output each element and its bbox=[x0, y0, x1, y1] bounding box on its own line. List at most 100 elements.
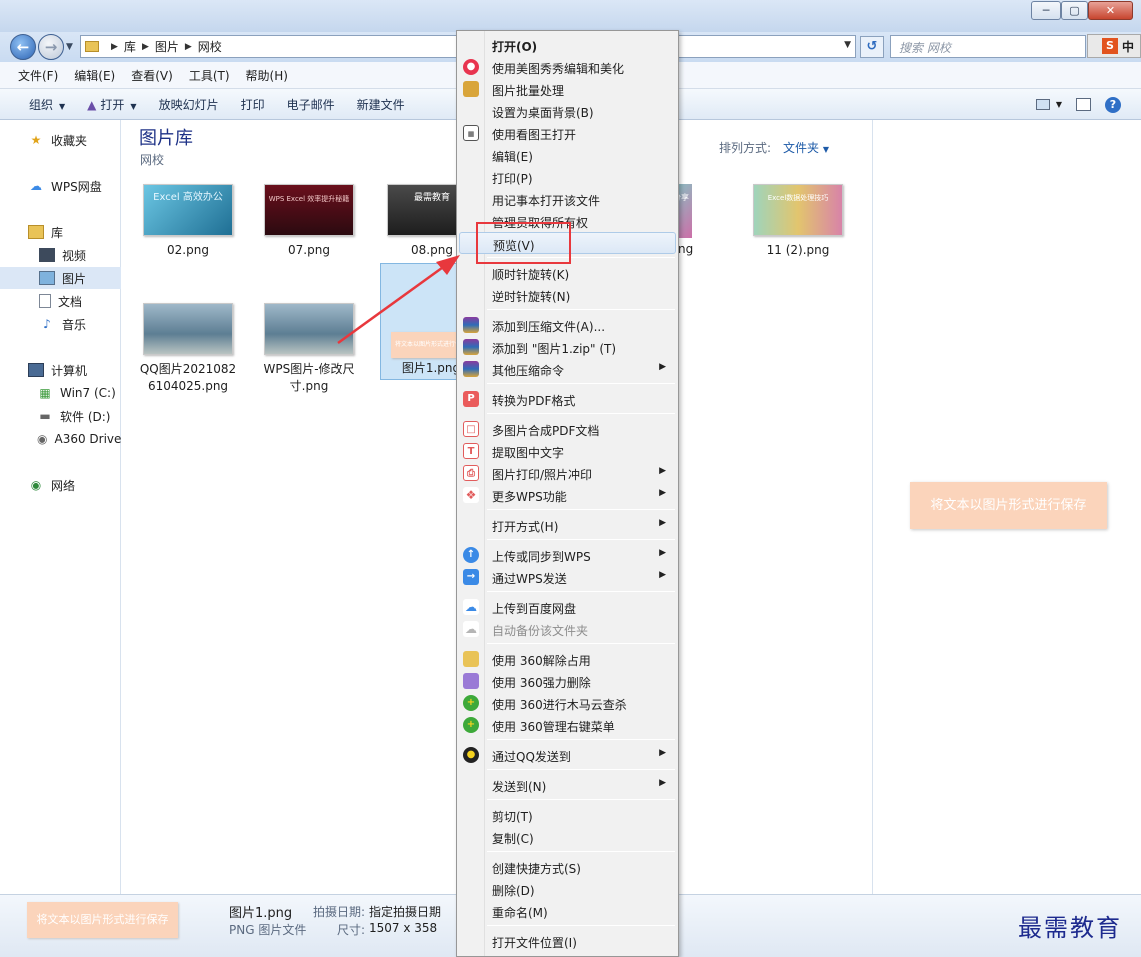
menu-meitu[interactable]: ● 使用美图秀秀编辑和美化 bbox=[459, 56, 676, 78]
menu-cut[interactable]: 剪切(T) bbox=[459, 804, 676, 826]
view-options-icon[interactable] bbox=[1035, 99, 1050, 110]
music-note-icon: ♪ bbox=[43, 317, 51, 331]
print-button[interactable]: 打印 bbox=[230, 96, 276, 113]
menu-batch-process[interactable]: 图片批量处理 bbox=[459, 78, 676, 100]
preview-pane-icon[interactable] bbox=[1076, 98, 1091, 111]
menu-upload-wps[interactable]: ↑ 上传或同步到WPS ▶ bbox=[459, 544, 676, 566]
menu-to-pdf[interactable]: P 转换为PDF格式 bbox=[459, 388, 676, 410]
help-icon[interactable]: ? bbox=[1105, 96, 1121, 113]
menu-rename[interactable]: 重命名(M) bbox=[459, 900, 676, 922]
open-button[interactable]: ▲ 打开 ▼ bbox=[76, 96, 147, 113]
menu-rotate-ccw[interactable]: 逆时针旋转(N) bbox=[459, 284, 676, 306]
menu-baidu-upload[interactable]: ☁ 上传到百度网盘 bbox=[459, 596, 676, 618]
menu-photo-print[interactable]: ⎙ 图片打印/照片冲印 ▶ bbox=[459, 462, 676, 484]
toolbar-right: ▼ ? bbox=[1035, 89, 1141, 120]
menu-delete[interactable]: 删除(D) bbox=[459, 878, 676, 900]
menu-other-compress[interactable]: 其他压缩命令 ▶ bbox=[459, 358, 676, 380]
menu-print[interactable]: 打印(P) bbox=[459, 166, 676, 188]
file-item[interactable]: QQ图片20210826104025.png bbox=[137, 303, 239, 395]
file-item[interactable]: Excel数据处理技巧 11 (2).png bbox=[747, 184, 849, 259]
nav-library[interactable]: 库 bbox=[0, 221, 121, 243]
menu-kantu[interactable]: ▦ 使用看图王打开 bbox=[459, 122, 676, 144]
nav-video[interactable]: 视频 bbox=[0, 244, 121, 266]
refresh-button[interactable]: ↺ bbox=[860, 36, 884, 58]
breadcrumb-wangxiao[interactable]: 网校 bbox=[198, 38, 222, 55]
library-title: 图片库 bbox=[139, 128, 193, 149]
menu-open-with[interactable]: 打开方式(H) ▶ bbox=[459, 514, 676, 536]
menu-multi-pdf[interactable]: □ 多图片合成PDF文档 bbox=[459, 418, 676, 440]
menu-auto-backup[interactable]: ☁ 自动备份该文件夹 bbox=[459, 618, 676, 640]
slideshow-button[interactable]: 放映幻灯片 bbox=[148, 96, 230, 113]
menu-more-wps[interactable]: ❖ 更多WPS功能 ▶ bbox=[459, 484, 676, 506]
chevron-right-icon: ▶ bbox=[184, 41, 192, 52]
details-date-value[interactable]: 指定拍摄日期 bbox=[369, 903, 441, 920]
sort-dropdown[interactable]: 文件夹 ▼ bbox=[783, 139, 829, 156]
ime-toolbar[interactable]: S 中 bbox=[1087, 34, 1141, 58]
menu-add-archive[interactable]: 添加到压缩文件(A)... bbox=[459, 314, 676, 336]
menu-edit[interactable]: 编辑(E) bbox=[66, 67, 123, 84]
chevron-down-icon[interactable]: ▼ bbox=[1056, 100, 1062, 109]
sort-label: 排列方式: bbox=[719, 141, 772, 155]
pdf-convert-icon: P bbox=[463, 391, 479, 407]
nav-documents[interactable]: 文档 bbox=[0, 290, 121, 312]
nav-drive-c[interactable]: ▦ Win7 (C:) bbox=[0, 382, 121, 404]
menu-separator bbox=[487, 413, 675, 414]
menu-copy[interactable]: 复制(C) bbox=[459, 826, 676, 848]
menu-label: 打开方式(H) bbox=[492, 520, 559, 534]
meitu-icon: ● bbox=[463, 59, 479, 75]
menu-edit[interactable]: 编辑(E) bbox=[459, 144, 676, 166]
menu-360-manage[interactable]: + 使用 360管理右键菜单 bbox=[459, 714, 676, 736]
ime-language-label[interactable]: 中 bbox=[1122, 38, 1134, 55]
details-date-label: 拍摄日期: bbox=[313, 905, 366, 919]
menu-send-wps[interactable]: → 通过WPS发送 ▶ bbox=[459, 566, 676, 588]
menu-rotate-cw[interactable]: 顺时针旋转(K) bbox=[459, 262, 676, 284]
back-button[interactable]: ← bbox=[10, 34, 36, 60]
organize-label: 组织 bbox=[29, 97, 54, 112]
menu-file[interactable]: 文件(F) bbox=[10, 67, 66, 84]
nav-network[interactable]: ◉ 网络 bbox=[0, 474, 121, 496]
menu-create-shortcut[interactable]: 创建快捷方式(S) bbox=[459, 856, 676, 878]
nav-music[interactable]: ♪ 音乐 bbox=[0, 313, 121, 335]
menu-view[interactable]: 查看(V) bbox=[123, 67, 181, 84]
menu-tools[interactable]: 工具(T) bbox=[181, 67, 238, 84]
sogou-ime-icon: S bbox=[1102, 38, 1118, 54]
menu-help[interactable]: 帮助(H) bbox=[238, 67, 296, 84]
menu-360-trojan-scan[interactable]: + 使用 360进行木马云查杀 bbox=[459, 692, 676, 714]
breadcrumb-library[interactable]: 库 bbox=[124, 38, 136, 55]
close-button[interactable]: ✕ bbox=[1088, 1, 1133, 20]
nav-pictures[interactable]: 图片 bbox=[0, 267, 121, 289]
email-button[interactable]: 电子邮件 bbox=[276, 96, 346, 113]
menu-360-unlock[interactable]: 使用 360解除占用 bbox=[459, 648, 676, 670]
menu-set-wallpaper[interactable]: 设置为桌面背景(B) bbox=[459, 100, 676, 122]
nav-a360-drive[interactable]: ◉ A360 Drive bbox=[0, 428, 121, 450]
thumbnail-text: WPS Excel 效率提升秘籍 bbox=[268, 195, 350, 203]
search-input[interactable]: 搜索 网校 bbox=[890, 35, 1086, 58]
nav-favorites[interactable]: ★ 收藏夹 bbox=[0, 129, 121, 151]
minimize-button[interactable]: ─ bbox=[1031, 1, 1061, 20]
nav-computer[interactable]: 计算机 bbox=[0, 359, 121, 381]
menu-open-location[interactable]: 打开文件位置(I) bbox=[459, 930, 676, 952]
menu-notepad[interactable]: 用记事本打开该文件 bbox=[459, 188, 676, 210]
file-item[interactable]: Excel 高效办公 02.png bbox=[137, 184, 239, 259]
breadcrumb-pictures[interactable]: 图片 bbox=[155, 38, 179, 55]
organize-button[interactable]: 组织 ▼ bbox=[18, 96, 76, 113]
menu-qq-send[interactable]: ● 通过QQ发送到 ▶ bbox=[459, 744, 676, 766]
address-dropdown-icon[interactable]: ▼ bbox=[844, 40, 851, 50]
watermark-logo: 最需教育 bbox=[1018, 914, 1122, 942]
menu-360-force-delete[interactable]: 使用 360强力删除 bbox=[459, 670, 676, 692]
maximize-button[interactable]: ▢ bbox=[1061, 1, 1088, 20]
file-item[interactable]: WPS Excel 效率提升秘籍 07.png bbox=[258, 184, 360, 259]
menu-label: 发送到(N) bbox=[492, 780, 547, 794]
nav-wps-drive[interactable]: ☁ WPS网盘 bbox=[0, 175, 121, 197]
menu-add-zip[interactable]: 添加到 "图片1.zip" (T) bbox=[459, 336, 676, 358]
menu-ocr[interactable]: T 提取图中文字 bbox=[459, 440, 676, 462]
menu-label: 删除(D) bbox=[492, 884, 535, 898]
nav-drive-d[interactable]: ▬ 软件 (D:) bbox=[0, 405, 121, 427]
forward-button[interactable]: → bbox=[38, 34, 64, 60]
file-item[interactable]: WPS图片-修改尺寸.png bbox=[258, 303, 360, 395]
history-dropdown-icon[interactable]: ▼ bbox=[66, 42, 73, 52]
menu-send-to[interactable]: 发送到(N) ▶ bbox=[459, 774, 676, 796]
new-folder-button[interactable]: 新建文件 bbox=[346, 96, 416, 113]
menu-open[interactable]: 打开(O) bbox=[459, 34, 676, 56]
menu-label: 设置为桌面背景(B) bbox=[492, 106, 594, 120]
